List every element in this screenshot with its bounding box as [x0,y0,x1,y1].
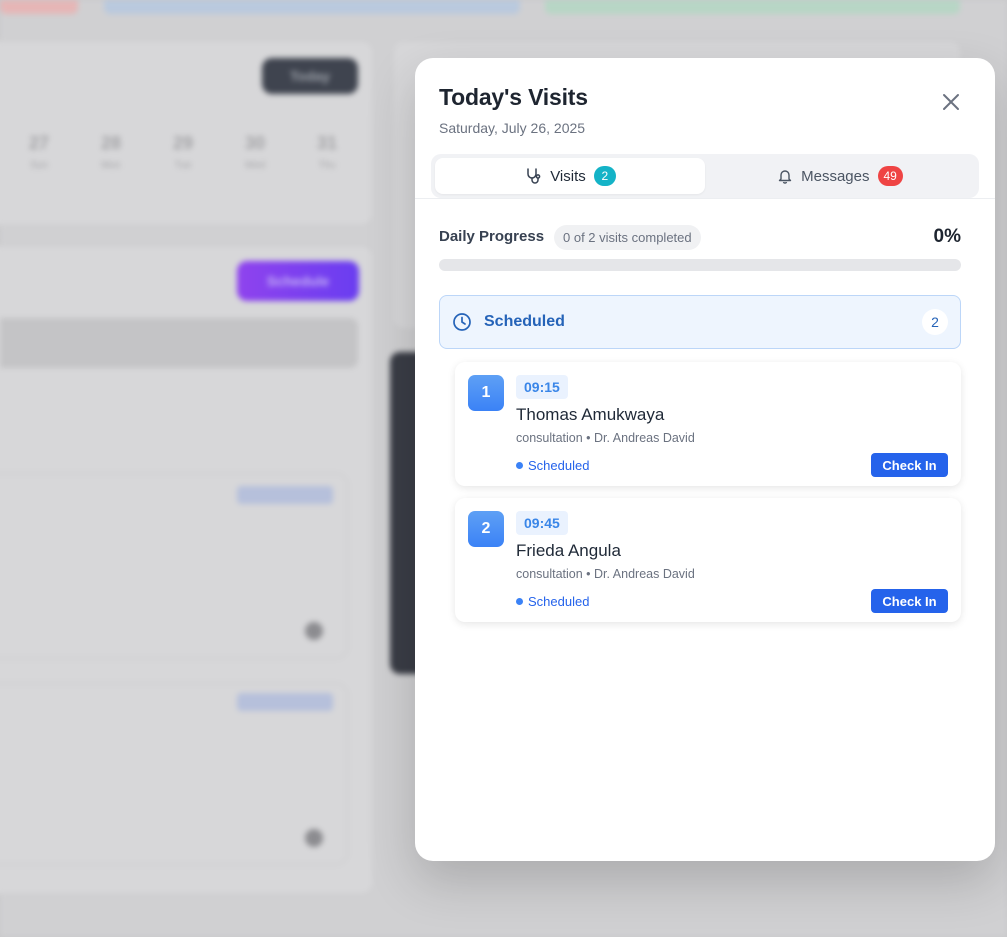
progress-summary-chip: 0 of 2 visits completed [554,225,701,250]
visit-time: 09:15 [516,375,568,399]
visit-details: consultation • Dr. Andreas David [516,567,695,581]
visit-status-label: Scheduled [528,458,590,473]
bg-calendar-day: 29 Tue [172,133,194,171]
bg-today-button: Today [262,58,358,94]
clock-icon [453,313,471,331]
bg-dot [305,622,323,640]
visit-status: Scheduled [516,458,589,473]
todays-visits-modal: Today's Visits Saturday, July 26, 2025 V… [415,58,995,861]
modal-date: Saturday, July 26, 2025 [439,120,586,136]
bg-calendar-day: 27 Sun [28,133,50,171]
status-dot [516,462,523,469]
bg-calendar-day: 30 Wed [244,133,266,171]
section-count: 2 [922,309,948,335]
modal-title: Today's Visits [439,84,588,110]
patient-name: Thomas Amukwaya [516,405,665,424]
visit-status-label: Scheduled [528,594,590,609]
bell-icon [778,170,792,184]
section-title: Scheduled [484,313,565,330]
close-button[interactable] [937,88,965,116]
tab-bar: Visits 2 Messages 49 [431,154,979,198]
tab-messages-label: Messages [801,167,870,185]
bg-header-bar [0,318,358,368]
stethoscope-icon [527,168,541,184]
visit-number: 1 [468,375,504,411]
visits-count-badge: 2 [593,166,616,186]
visit-card[interactable]: 1 09:15 Thomas Amukwaya consultation • D… [455,362,961,486]
progress-bar [439,259,961,271]
visit-details: consultation • Dr. Andreas David [516,431,695,445]
bg-dot [305,829,323,847]
tab-visits[interactable]: Visits 2 [435,158,705,194]
visit-number: 2 [468,511,504,547]
bg-top-strip [0,0,78,14]
check-in-button[interactable]: Check In [871,589,948,613]
bg-schedule-button: Schedule [237,261,359,301]
status-dot [516,598,523,605]
bg-top-strip [545,0,960,14]
tab-messages[interactable]: Messages 49 [705,158,975,194]
progress-percent: 0% [933,226,961,247]
bg-status-chip [237,486,333,504]
messages-count-badge: 49 [877,166,903,186]
bg-calendar-day: 31 Thu [316,133,338,171]
progress-label: Daily Progress [439,228,545,245]
visit-time: 09:45 [516,511,568,535]
close-icon [943,94,959,110]
patient-name: Frieda Angula [516,541,621,560]
visit-status: Scheduled [516,594,589,609]
bg-status-chip [237,693,333,711]
bg-top-strip [104,0,520,14]
scheduled-section-header[interactable]: Scheduled 2 [439,295,961,349]
bg-calendar-day: 28 Mon [100,133,122,171]
tab-visits-label: Visits [550,167,586,185]
divider [415,198,995,199]
visit-card[interactable]: 2 09:45 Frieda Angula consultation • Dr.… [455,498,961,622]
check-in-button[interactable]: Check In [871,453,948,477]
